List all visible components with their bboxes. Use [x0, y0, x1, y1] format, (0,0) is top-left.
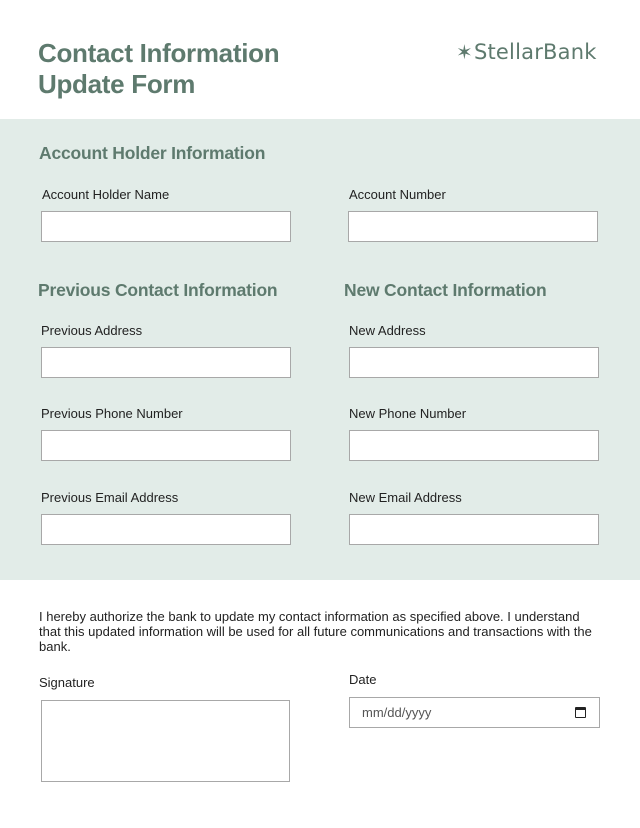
account-number-label: Account Number — [349, 187, 446, 202]
previous-address-label: Previous Address — [41, 323, 143, 338]
authorization-text: I hereby authorize the bank to update my… — [39, 609, 592, 654]
new-address-input[interactable] — [349, 347, 599, 378]
title-line-1: Contact Information — [38, 38, 280, 68]
previous-phone-input[interactable] — [41, 430, 291, 461]
logo-text: StellarBank — [473, 40, 597, 64]
previous-address-input[interactable] — [41, 347, 291, 378]
new-email-label: New Email Address — [349, 490, 462, 505]
new-contact-heading: New Contact Information — [344, 280, 547, 300]
new-phone-input[interactable] — [349, 430, 599, 461]
date-placeholder: mm/dd/yyyy — [362, 705, 432, 720]
date-label: Date — [349, 672, 377, 687]
account-holder-heading: Account Holder Information — [39, 143, 266, 163]
previous-email-input[interactable] — [41, 514, 291, 545]
previous-email-label: Previous Email Address — [41, 490, 179, 505]
new-address-label: New Address — [349, 323, 426, 338]
previous-contact-heading: Previous Contact Information — [38, 280, 278, 300]
calendar-icon[interactable] — [575, 707, 586, 718]
page-title: Contact Information Update Form — [38, 38, 280, 100]
star-icon: ✶ — [456, 40, 473, 64]
bank-logo: ✶ StellarBank — [456, 40, 597, 64]
new-email-input[interactable] — [349, 514, 599, 545]
page-header: Contact Information Update Form ✶ Stella… — [0, 0, 640, 119]
previous-phone-label: Previous Phone Number — [41, 406, 183, 421]
signature-label: Signature — [39, 675, 95, 690]
account-number-input[interactable] — [348, 211, 598, 242]
date-input[interactable]: mm/dd/yyyy — [349, 697, 600, 728]
new-phone-label: New Phone Number — [349, 406, 467, 421]
account-holder-name-input[interactable] — [41, 211, 291, 242]
signature-box[interactable] — [41, 700, 290, 782]
title-line-2: Update Form — [38, 69, 196, 99]
account-holder-name-label: Account Holder Name — [42, 187, 170, 202]
